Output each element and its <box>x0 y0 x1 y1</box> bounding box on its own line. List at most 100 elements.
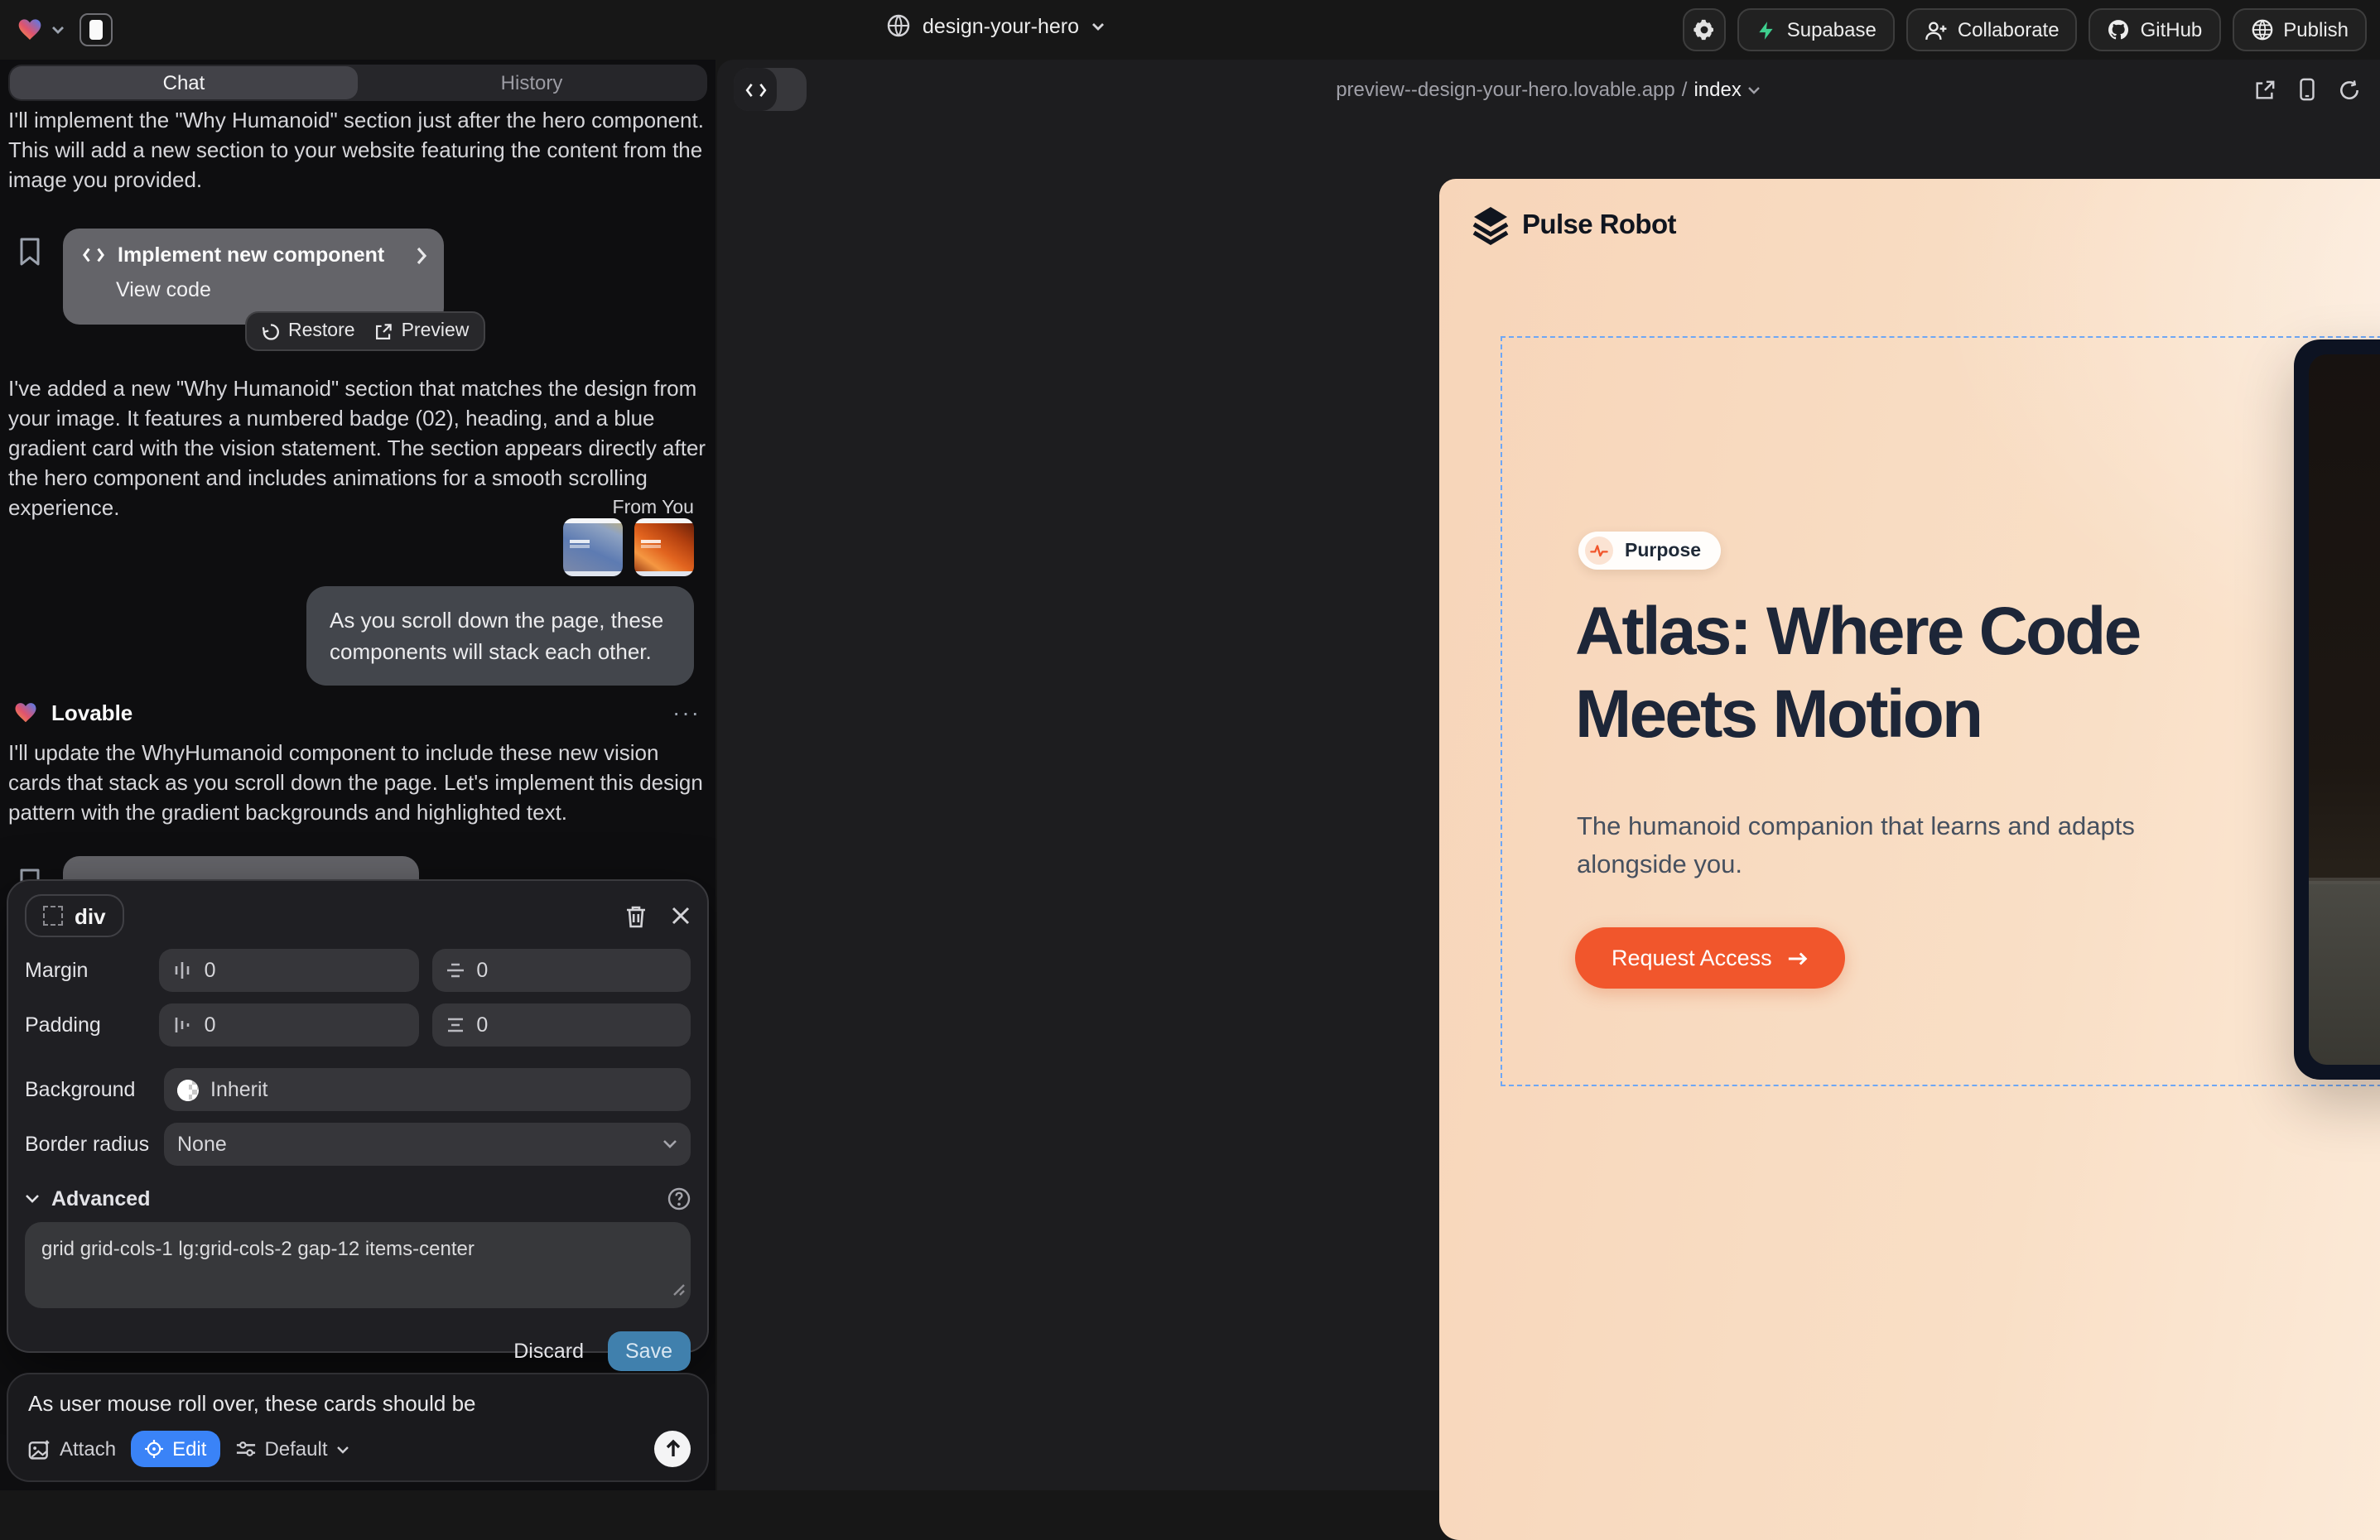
tool-card[interactable]: Implement new component View code <box>63 229 444 325</box>
composer-draft-text[interactable]: As user mouse roll over, these cards sho… <box>28 1391 687 1416</box>
restore-button[interactable]: Restore <box>262 321 355 341</box>
chevron-down-icon <box>1091 21 1104 31</box>
view-code-link[interactable]: View code <box>63 267 444 301</box>
assistant-header: Lovable ··· <box>13 699 701 725</box>
code-icon <box>83 247 104 263</box>
project-switcher[interactable]: design-your-hero <box>886 13 1104 38</box>
assistant-message: I'll implement the "Why Humanoid" sectio… <box>8 106 707 195</box>
publish-label: Publish <box>2283 18 2349 41</box>
attach-button[interactable]: Attach <box>28 1437 116 1461</box>
sliders-icon <box>234 1439 256 1459</box>
close-icon[interactable] <box>671 906 691 926</box>
tab-history[interactable]: History <box>358 66 706 99</box>
delete-icon[interactable] <box>624 903 648 928</box>
padding-y-input[interactable]: 0 <box>431 1003 691 1047</box>
border-radius-select[interactable]: None <box>164 1123 691 1166</box>
badge-label: Purpose <box>1625 541 1701 561</box>
margin-y-value: 0 <box>476 959 488 982</box>
settings-button[interactable] <box>1683 8 1726 51</box>
arrow-right-icon <box>1787 950 1809 966</box>
send-button[interactable] <box>654 1431 691 1467</box>
element-outline-icon <box>43 906 63 926</box>
sidebar-toggle-icon[interactable] <box>79 13 113 46</box>
bookmark-icon[interactable] <box>18 237 41 267</box>
gear-icon <box>1693 18 1716 41</box>
save-button[interactable]: Save <box>607 1331 691 1371</box>
chevron-down-icon[interactable] <box>25 1194 40 1204</box>
publish-globe-icon <box>2250 18 2273 41</box>
message-menu-icon[interactable]: ··· <box>672 699 701 725</box>
discard-button[interactable]: Discard <box>513 1340 584 1363</box>
attachment-thumbnail-orange[interactable] <box>634 518 694 576</box>
padding-label: Padding <box>25 1013 160 1037</box>
preview-panel: preview--design-your-hero.lovable.app / … <box>717 60 2380 1490</box>
mobile-view-icon[interactable] <box>2299 78 2315 101</box>
hero-image-card <box>2294 339 2380 1080</box>
edit-label: Edit <box>172 1437 206 1461</box>
margin-x-input[interactable]: 0 <box>160 949 419 992</box>
github-icon <box>2108 18 2131 41</box>
margin-label: Margin <box>25 959 160 982</box>
edit-mode-button[interactable]: Edit <box>131 1431 219 1467</box>
model-selector[interactable]: Default <box>234 1437 349 1461</box>
from-you-label: From You <box>613 498 694 518</box>
tool-card-title: Implement new component <box>118 243 384 267</box>
tailwind-classes-textarea[interactable]: grid grid-cols-1 lg:grid-cols-2 gap-12 i… <box>25 1222 691 1308</box>
site-brand-name: Pulse Robot <box>1522 209 1676 241</box>
chevron-down-icon <box>662 1139 677 1149</box>
supabase-icon <box>1756 19 1777 41</box>
preview-url-bar[interactable]: preview--design-your-hero.lovable.app / … <box>717 60 2380 119</box>
background-input[interactable]: Inherit <box>164 1068 691 1111</box>
padding-y-icon <box>445 1015 465 1035</box>
github-label: GitHub <box>2141 18 2203 41</box>
refresh-icon[interactable] <box>2339 79 2360 100</box>
collaborate-icon <box>1925 19 1948 41</box>
padding-x-input[interactable]: 0 <box>160 1003 419 1047</box>
publish-button[interactable]: Publish <box>2232 8 2367 51</box>
github-button[interactable]: GitHub <box>2089 8 2221 51</box>
project-name: design-your-hero <box>923 14 1079 37</box>
element-tag: div <box>75 903 106 928</box>
chat-composer[interactable]: As user mouse roll over, these cards sho… <box>7 1373 709 1482</box>
arrow-up-icon <box>663 1439 682 1459</box>
url-separator: / <box>1682 78 1688 101</box>
supabase-label: Supabase <box>1787 18 1877 41</box>
preview-url: preview--design-your-hero.lovable.app <box>1336 78 1675 101</box>
restore-icon <box>262 322 280 340</box>
preview-page: index <box>1693 78 1741 101</box>
supabase-button[interactable]: Supabase <box>1737 8 1895 51</box>
open-in-new-tab-icon[interactable] <box>2254 79 2276 100</box>
chevron-down-icon <box>1748 85 1761 94</box>
lovable-logo-icon[interactable] <box>17 17 43 43</box>
selected-element-chip[interactable]: div <box>25 894 124 937</box>
chat-history-tabs: Chat History <box>8 65 707 101</box>
card-hover-actions: Restore Preview <box>245 311 485 351</box>
attach-image-icon <box>28 1438 51 1460</box>
tab-chat[interactable]: Chat <box>10 66 358 99</box>
margin-y-input[interactable]: 0 <box>431 949 691 992</box>
preview-button[interactable]: Preview <box>375 321 470 341</box>
mode-label: Default <box>264 1437 327 1461</box>
hero-subheadline: The humanoid companion that learns and a… <box>1577 808 2173 884</box>
pulse-robot-logo-icon <box>1472 205 1509 245</box>
request-access-button[interactable]: Request Access <box>1575 927 1845 989</box>
element-inspector-panel: div Margin 0 <box>7 879 709 1353</box>
resize-handle-icon[interactable] <box>672 1283 686 1297</box>
attach-label: Attach <box>60 1437 116 1461</box>
preview-label: Preview <box>402 321 470 341</box>
site-brand[interactable]: Pulse Robot <box>1472 205 1676 245</box>
help-icon[interactable] <box>667 1187 691 1210</box>
assistant-message: I've added a new "Why Humanoid" section … <box>8 374 707 523</box>
chat-panel: Chat History I'll implement the "Why Hum… <box>0 60 715 1490</box>
collaborate-button[interactable]: Collaborate <box>1906 8 2078 51</box>
workspace-chevron-icon[interactable] <box>51 25 65 35</box>
attachment-thumbnail-blue[interactable] <box>563 518 623 576</box>
margin-y-icon <box>445 960 465 980</box>
purpose-badge: Purpose <box>1578 532 1721 570</box>
preview-header: preview--design-your-hero.lovable.app / … <box>717 60 2380 119</box>
border-radius-label: Border radius <box>25 1133 164 1156</box>
user-message-bubble: As you scroll down the page, these compo… <box>306 586 694 686</box>
advanced-label[interactable]: Advanced <box>51 1187 151 1210</box>
top-bar: design-your-hero Supabase <box>0 0 2380 60</box>
margin-x-value: 0 <box>205 959 216 982</box>
